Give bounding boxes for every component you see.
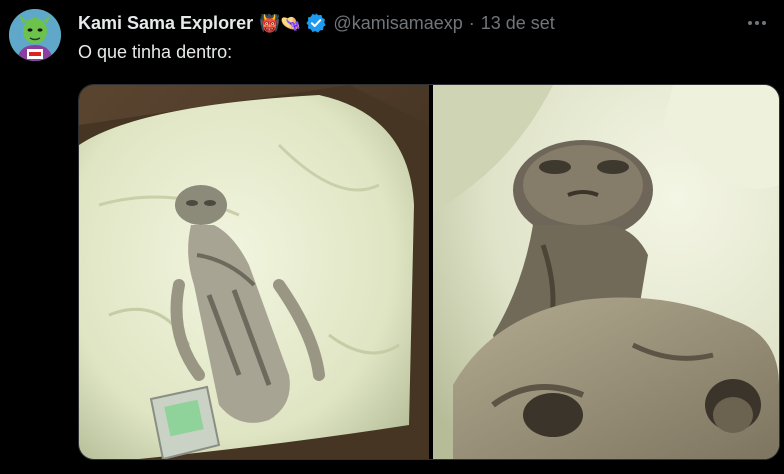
media-image-2[interactable]: [433, 85, 779, 459]
more-icon[interactable]: [742, 12, 772, 34]
author-handle[interactable]: @kamisamaexp: [333, 13, 462, 34]
tweet-text: O que tinha dentro:: [78, 42, 233, 62]
media-image-1[interactable]: [79, 85, 429, 459]
author-emojis: 👹👒: [259, 13, 302, 33]
tweet-media[interactable]: [78, 84, 780, 460]
verified-badge-icon: [305, 12, 327, 34]
tweet-header: Kami Sama Explorer 👹👒 @kamisamaexp · 13 …: [78, 11, 768, 35]
author-name[interactable]: Kami Sama Explorer: [78, 13, 253, 34]
author-avatar[interactable]: [9, 9, 61, 61]
separator: ·: [468, 12, 475, 33]
tweet-date[interactable]: 13 de set: [481, 13, 555, 34]
avatar-image: [9, 9, 61, 61]
